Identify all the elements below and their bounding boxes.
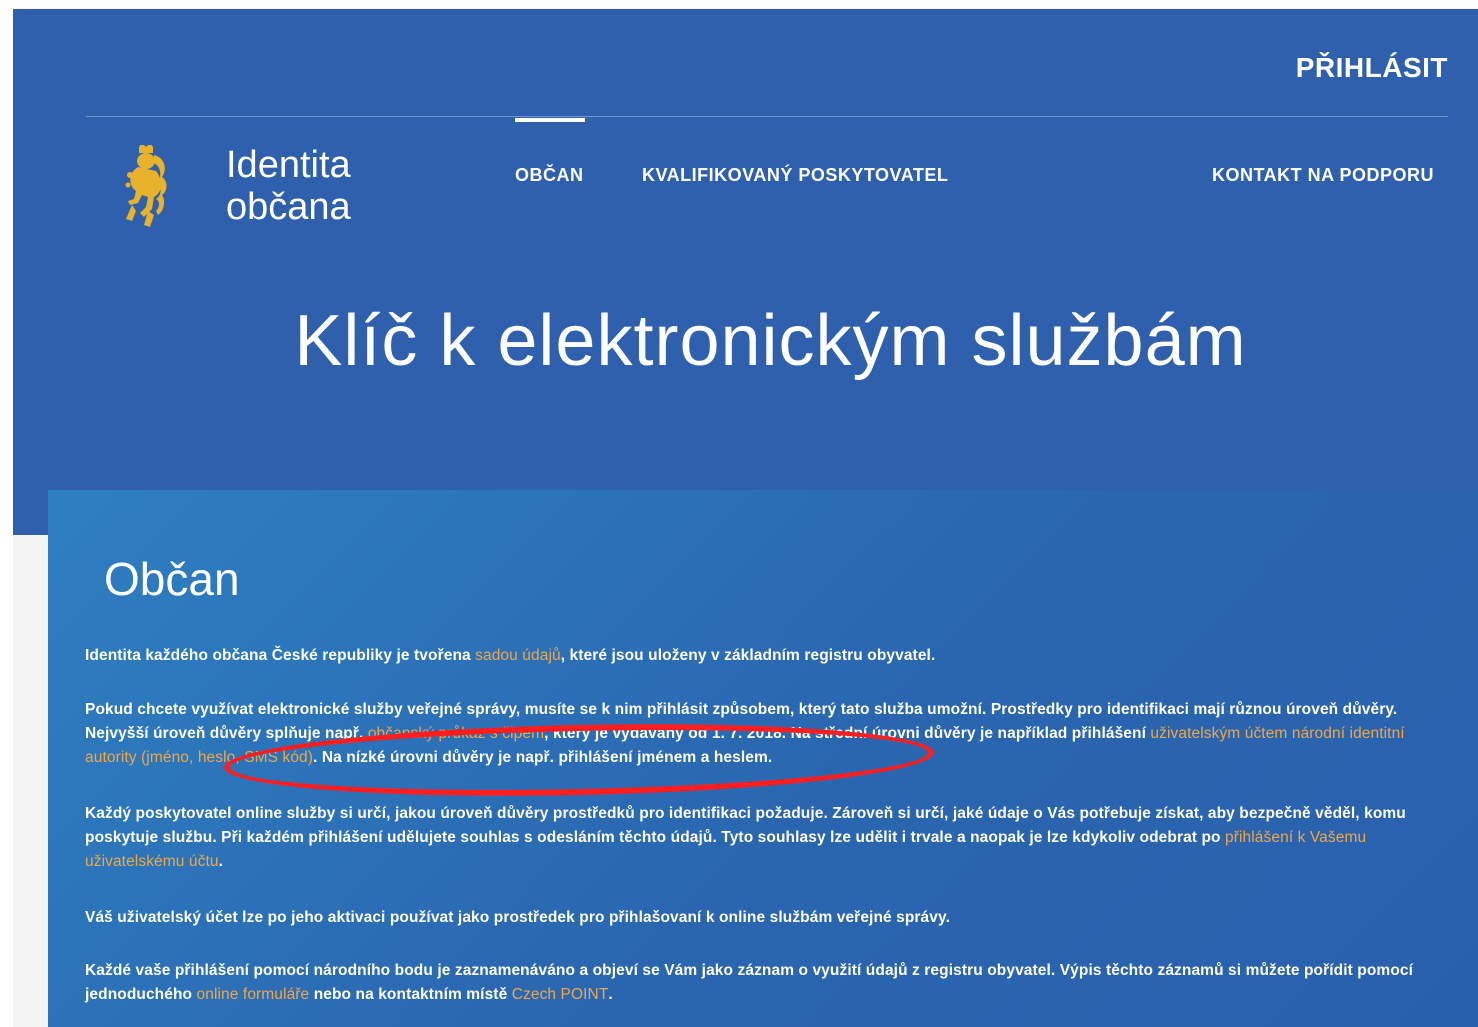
nav-active-indicator: [515, 118, 585, 122]
hero-title: Klíč k elektronickým službám: [294, 301, 1247, 381]
paragraph-account-usage: Váš uživatelský účet lze po jeho aktivac…: [85, 909, 950, 926]
paragraph-text: , které jsou uloženy v základním registr…: [560, 647, 936, 664]
logo-line-2: občana: [226, 186, 351, 228]
nav-item-kvalifikovany-poskytovatel[interactable]: KVALIFIKOVANÝ POSKYTOVATEL: [642, 165, 948, 186]
section-title: Občan: [104, 553, 240, 605]
nav-item-obcan[interactable]: OBČAN: [515, 165, 584, 186]
paragraph-text: nebo na kontaktním místě: [309, 986, 512, 1003]
paragraph-text: .: [218, 853, 224, 870]
paragraph-service-provider: Každý poskytovatel online služby si určí…: [85, 802, 1445, 874]
header-divider: [86, 116, 1448, 117]
paragraph-identity: Identita každého občana České republiky …: [85, 644, 1445, 668]
nav-item-kontakt-na-podporu[interactable]: KONTAKT NA PODPORU: [1212, 165, 1434, 186]
paragraph-text: Každý poskytovatel online služby si určí…: [85, 805, 1406, 846]
logo-line-1: Identita: [226, 144, 351, 186]
link-sada-udaju[interactable]: sadou údajů: [475, 647, 561, 664]
page-background-strip: [13, 535, 48, 1027]
czech-lion-emblem-icon: [125, 145, 167, 227]
site-logo[interactable]: Identita občana: [124, 144, 351, 233]
link-online-formular[interactable]: online formuláře: [197, 986, 310, 1003]
paragraph-text: Identita každého občana České republiky …: [85, 647, 476, 664]
paragraph-login-records: Každé vaše přihlášení pomocí národního b…: [85, 959, 1445, 1007]
link-czech-point[interactable]: Czech POINT: [512, 986, 609, 1003]
paragraph-text: .: [608, 986, 613, 1003]
hero-banner: [13, 9, 1478, 535]
logo-text: Identita občana: [226, 144, 351, 228]
login-button[interactable]: PŘIHLÁSIT: [1296, 52, 1448, 84]
